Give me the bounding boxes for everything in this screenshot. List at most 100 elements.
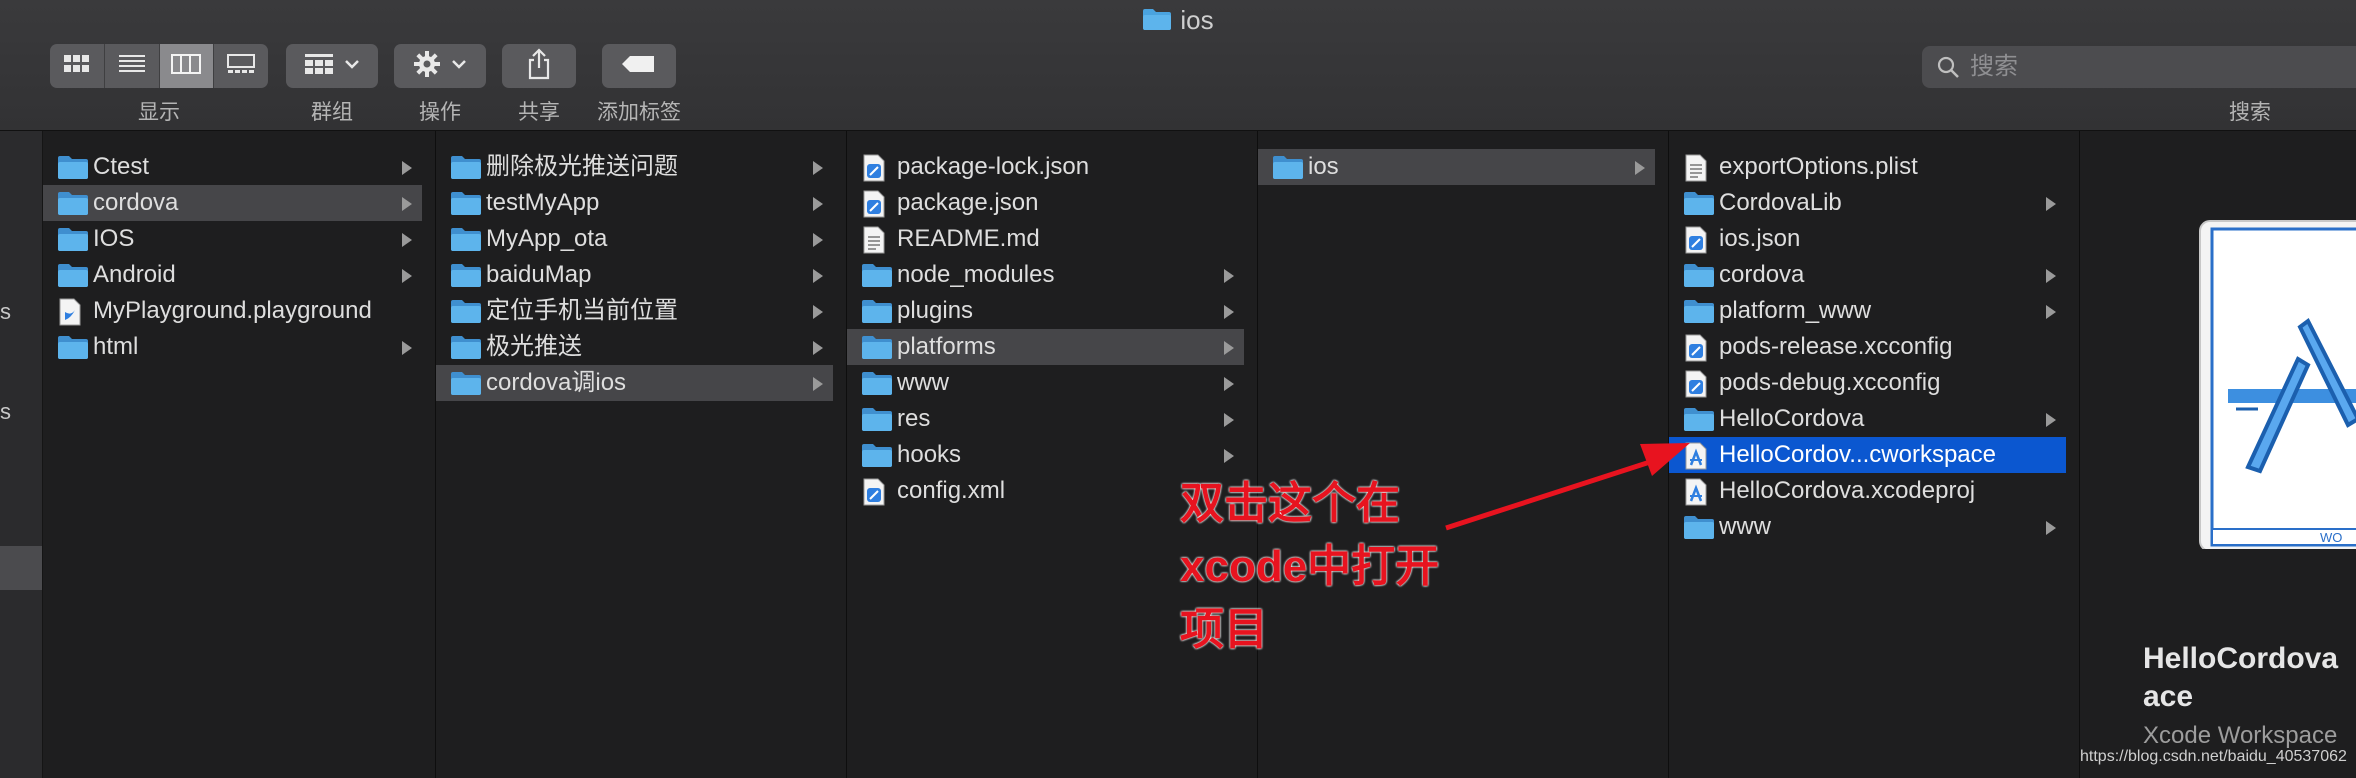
item-name: cordova	[1719, 261, 1805, 288]
item-name: IOS	[93, 225, 135, 252]
item-name: ios.json	[1719, 225, 1801, 252]
folder-row[interactable]: plugins	[847, 293, 1244, 329]
action-button[interactable]	[394, 44, 486, 88]
folder-row[interactable]: testMyApp	[436, 185, 833, 221]
column-view-button[interactable]	[159, 44, 215, 88]
folder-row[interactable]: MyApp_ota	[436, 221, 833, 257]
grid-icon	[63, 53, 91, 80]
item-name: 定位手机当前位置	[486, 297, 678, 324]
columns-icon	[171, 53, 202, 80]
folder-row[interactable]: platform_www	[1669, 293, 2066, 329]
sidebar-text-fragment: s	[0, 399, 11, 424]
item-name: hooks	[897, 441, 962, 468]
annotation-line-2: xcode中打开	[1180, 542, 1440, 591]
file-row[interactable]: ios.json	[1669, 221, 2066, 257]
disclosure-arrow-icon	[402, 269, 412, 283]
item-name: cordova	[93, 189, 179, 216]
view-label: 显示	[138, 101, 180, 124]
disclosure-arrow-icon	[1224, 305, 1234, 319]
file-row[interactable]: HelloCordova.xcodeproj	[1669, 473, 2066, 509]
column-3[interactable]: package-lock.json package.json README.md no…	[847, 131, 1258, 778]
sidebar[interactable]: s s	[0, 131, 43, 778]
file-row[interactable]: pods-release.xcconfig	[1669, 329, 2066, 365]
folder-row[interactable]: cordova	[1669, 257, 2066, 293]
gallery-view-button[interactable]	[214, 44, 268, 88]
search-icon	[1936, 55, 1960, 79]
window-title-text: ios	[1180, 5, 1214, 35]
disclosure-arrow-icon	[1224, 341, 1234, 355]
folder-row[interactable]: baiduMap	[436, 257, 833, 293]
item-name: pods-release.xcconfig	[1719, 333, 1953, 360]
group-button[interactable]	[286, 44, 378, 88]
window-title: ios	[0, 2, 2356, 38]
disclosure-arrow-icon	[1224, 449, 1234, 463]
item-name: www	[1719, 513, 1771, 540]
disclosure-arrow-icon	[2046, 197, 2056, 211]
folder-icon	[450, 370, 482, 407]
folder-row[interactable]: IOS	[43, 221, 422, 257]
disclosure-arrow-icon	[813, 305, 823, 319]
folder-row[interactable]: 定位手机当前位置	[436, 293, 833, 329]
item-name: MyApp_ota	[486, 225, 608, 252]
list-view-button[interactable]	[105, 44, 160, 88]
folder-row[interactable]: html	[43, 329, 422, 365]
item-name: config.xml	[897, 477, 1006, 504]
folder-row[interactable]: HelloCordova	[1669, 401, 2066, 437]
folder-row[interactable]: CordovaLib	[1669, 185, 2066, 221]
folder-row[interactable]: Android	[43, 257, 422, 293]
folder-row[interactable]: cordova	[43, 185, 422, 221]
folder-row[interactable]: hooks	[847, 437, 1244, 473]
file-row[interactable]: pods-debug.xcconfig	[1669, 365, 2066, 401]
folder-row[interactable]: node_modules	[847, 257, 1244, 293]
disclosure-arrow-icon	[2046, 269, 2056, 283]
preview-file-name-line-1: HelloCordova	[2143, 642, 2339, 675]
folder-row[interactable]: ios	[1258, 149, 1655, 185]
item-name: ios	[1308, 153, 1339, 180]
list-icon	[118, 53, 146, 80]
action-label: 操作	[419, 101, 461, 124]
folder-row[interactable]: res	[847, 401, 1244, 437]
column-2[interactable]: 删除极光推送问题 testMyApp MyApp_ota baiduMap 定位手机当前…	[436, 131, 847, 778]
search-field[interactable]	[1922, 46, 2356, 88]
folder-row[interactable]: www	[847, 365, 1244, 401]
disclosure-arrow-icon	[813, 377, 823, 391]
item-name: baiduMap	[486, 261, 592, 288]
folder-row[interactable]: 删除极光推送问题	[436, 149, 833, 185]
item-name: plugins	[897, 297, 974, 324]
code-file-icon	[861, 478, 887, 517]
item-name: res	[897, 405, 931, 432]
view-mode-segmented-control[interactable]	[50, 44, 268, 88]
item-name: package.json	[897, 189, 1039, 216]
file-row[interactable]: MyPlayground.playground	[43, 293, 422, 329]
item-name: cordova调ios	[486, 369, 627, 396]
file-row[interactable]: package.json	[847, 185, 1244, 221]
column-1[interactable]: Ctest cordova IOS Android MyPlayground.playg…	[43, 131, 436, 778]
folder-row[interactable]: www	[1669, 509, 2066, 545]
folder-row[interactable]: 极光推送	[436, 329, 833, 365]
folder-row[interactable]: cordova调ios	[436, 365, 833, 401]
finder-toolbar: ios 显示 群组 操作 共享 添加标签 搜索 搜索	[0, 0, 2356, 131]
item-name: platform_www	[1719, 297, 1872, 324]
add-tag-button[interactable]	[602, 44, 676, 88]
item-name: MyPlayground.playground	[93, 297, 372, 324]
disclosure-arrow-icon	[1224, 269, 1234, 283]
folder-row[interactable]: platforms	[847, 329, 1244, 365]
search-input[interactable]	[1968, 52, 2332, 82]
file-row[interactable]: README.md	[847, 221, 1244, 257]
icon-view-button[interactable]	[50, 44, 105, 88]
group-label: 群组	[311, 101, 353, 124]
column-4[interactable]: ios	[1258, 131, 1669, 778]
disclosure-arrow-icon	[2046, 413, 2056, 427]
item-name: exportOptions.plist	[1719, 153, 1918, 180]
folder-icon	[57, 334, 89, 371]
file-row[interactable]: HelloCordov...cworkspace	[1669, 437, 2066, 473]
chevron-down-icon	[451, 57, 467, 75]
share-button[interactable]	[502, 44, 576, 88]
folder-row[interactable]: Ctest	[43, 149, 422, 185]
disclosure-arrow-icon	[1224, 377, 1234, 391]
item-name: testMyApp	[486, 189, 600, 216]
file-row[interactable]: package-lock.json	[847, 149, 1244, 185]
file-row[interactable]: exportOptions.plist	[1669, 149, 2066, 185]
column-5[interactable]: exportOptions.plist CordovaLib ios.json cor…	[1669, 131, 2080, 778]
sidebar-selected-item[interactable]	[0, 546, 42, 590]
